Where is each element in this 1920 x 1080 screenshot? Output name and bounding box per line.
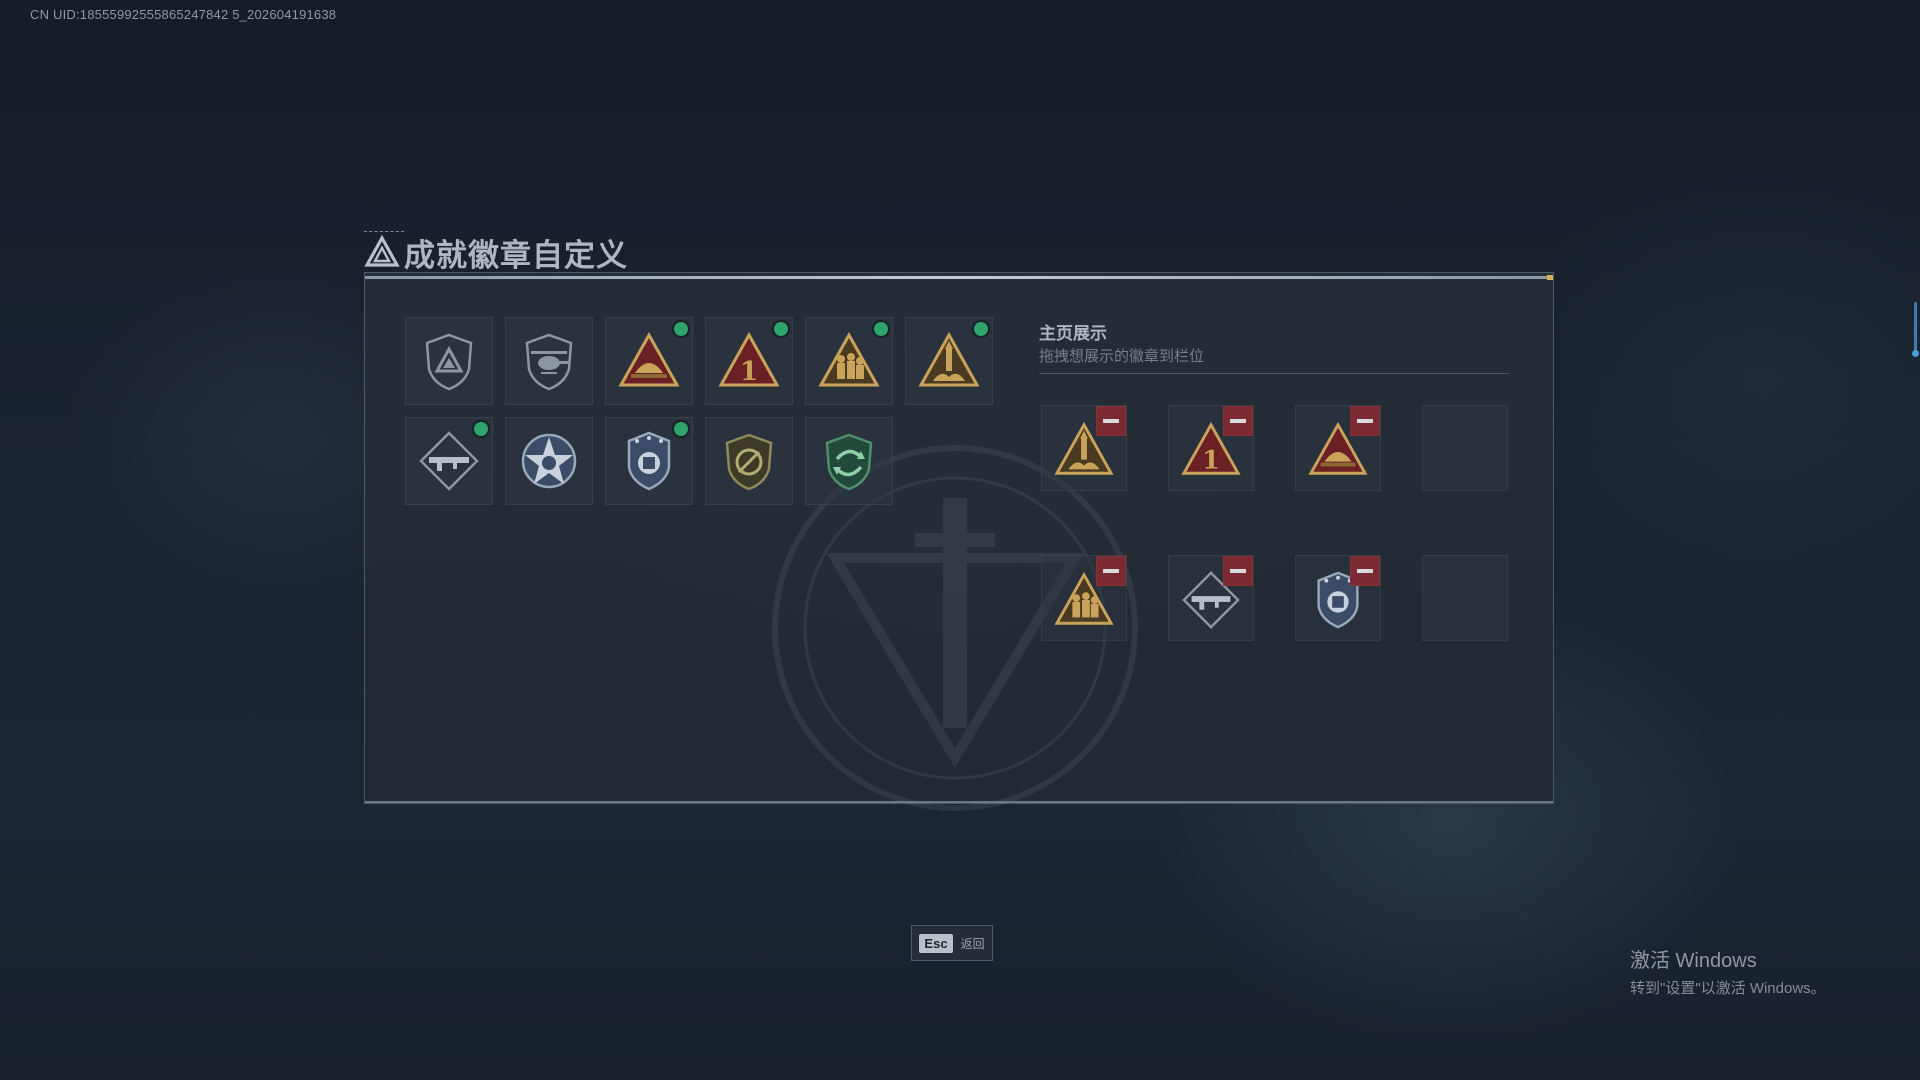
no-weapon-shield-icon <box>725 433 773 491</box>
back-label: 返回 <box>960 936 985 951</box>
minus-icon <box>1103 569 1119 573</box>
new-indicator-dot <box>674 322 688 336</box>
remove-badge-button[interactable] <box>1096 556 1126 586</box>
svg-text:1: 1 <box>740 357 758 387</box>
esc-key-cap: Esc <box>919 933 953 953</box>
new-indicator-dot <box>874 322 888 336</box>
police-badge-icon <box>627 431 671 491</box>
remove-badge-button[interactable] <box>1223 406 1253 436</box>
windows-activation-notice: 激活 Windows 转到"设置"以激活 Windows。 <box>1630 944 1826 998</box>
badge-slot[interactable] <box>505 417 593 505</box>
minus-icon <box>1357 569 1373 573</box>
svg-text:1: 1 <box>1202 444 1220 474</box>
activation-subtitle: 转到"设置"以激活 Windows。 <box>1630 980 1826 997</box>
helmet-triangle-icon <box>618 331 680 387</box>
badge-slot[interactable] <box>505 317 593 405</box>
activation-title: 激活 Windows <box>1630 950 1757 972</box>
green-arrows-shield-icon <box>825 433 873 491</box>
badge-slot[interactable] <box>905 317 993 405</box>
scroll-indicator <box>1912 302 1919 357</box>
number-one-triangle-icon: 1 <box>718 331 780 387</box>
shield-helicopter-icon <box>525 333 573 391</box>
badge-slot[interactable]: 1 <box>705 317 793 405</box>
remove-badge-button[interactable] <box>1096 406 1126 436</box>
remove-badge-button[interactable] <box>1350 556 1380 586</box>
new-indicator-dot <box>774 322 788 336</box>
panel-top-bar <box>365 275 1553 280</box>
remove-badge-button[interactable] <box>1223 556 1253 586</box>
display-slot[interactable] <box>1041 555 1127 641</box>
page-title: 成就徽章自定义 <box>404 237 628 273</box>
display-slot[interactable] <box>1295 405 1381 491</box>
badge-slot[interactable] <box>805 317 893 405</box>
panel-bottom-bar <box>365 801 1553 803</box>
badge-slot[interactable] <box>405 317 493 405</box>
badge-panel: 1 主页展示 拖拽想展示的徽章到栏位 1 <box>364 272 1554 811</box>
minus-icon <box>1230 569 1246 573</box>
new-indicator-dot <box>974 322 988 336</box>
minus-icon <box>1357 419 1373 423</box>
uid-label: CN UID:18555992555865247842 5_2026041916… <box>30 7 337 22</box>
remove-badge-button[interactable] <box>1350 406 1380 436</box>
new-indicator-dot <box>674 422 688 436</box>
badge-slot[interactable] <box>605 317 693 405</box>
badge-slot[interactable] <box>405 417 493 505</box>
shield-triangle-icon <box>425 333 473 391</box>
soldiers-triangle-icon <box>818 331 880 387</box>
back-button[interactable]: Esc 返回 <box>911 925 993 961</box>
triangle-logo-icon <box>364 234 400 267</box>
display-section-title: 主页展示 <box>1039 324 1107 343</box>
badge-slot[interactable] <box>605 417 693 505</box>
empty-display-slot[interactable] <box>1422 405 1508 491</box>
badge-slot[interactable] <box>805 417 893 505</box>
rifle-diamond-icon <box>419 431 479 491</box>
title-row: 成就徽章自定义 <box>364 232 628 273</box>
minus-icon <box>1103 419 1119 423</box>
display-section-subtitle: 拖拽想展示的徽章到栏位 <box>1039 348 1205 365</box>
display-slots-grid: 1 <box>1041 405 1508 641</box>
display-slot[interactable] <box>1041 405 1127 491</box>
display-slot[interactable] <box>1295 555 1381 641</box>
empty-display-slot[interactable] <box>1422 555 1508 641</box>
display-slot[interactable]: 1 <box>1168 405 1254 491</box>
display-slot[interactable] <box>1168 555 1254 641</box>
owned-badges-grid: 1 <box>405 317 993 505</box>
star-emblem-icon <box>521 433 577 489</box>
minus-icon <box>1230 419 1246 423</box>
display-divider <box>1039 373 1509 374</box>
rocket-triangle-icon <box>918 331 980 387</box>
new-indicator-dot <box>474 422 488 436</box>
badge-slot[interactable] <box>705 417 793 505</box>
